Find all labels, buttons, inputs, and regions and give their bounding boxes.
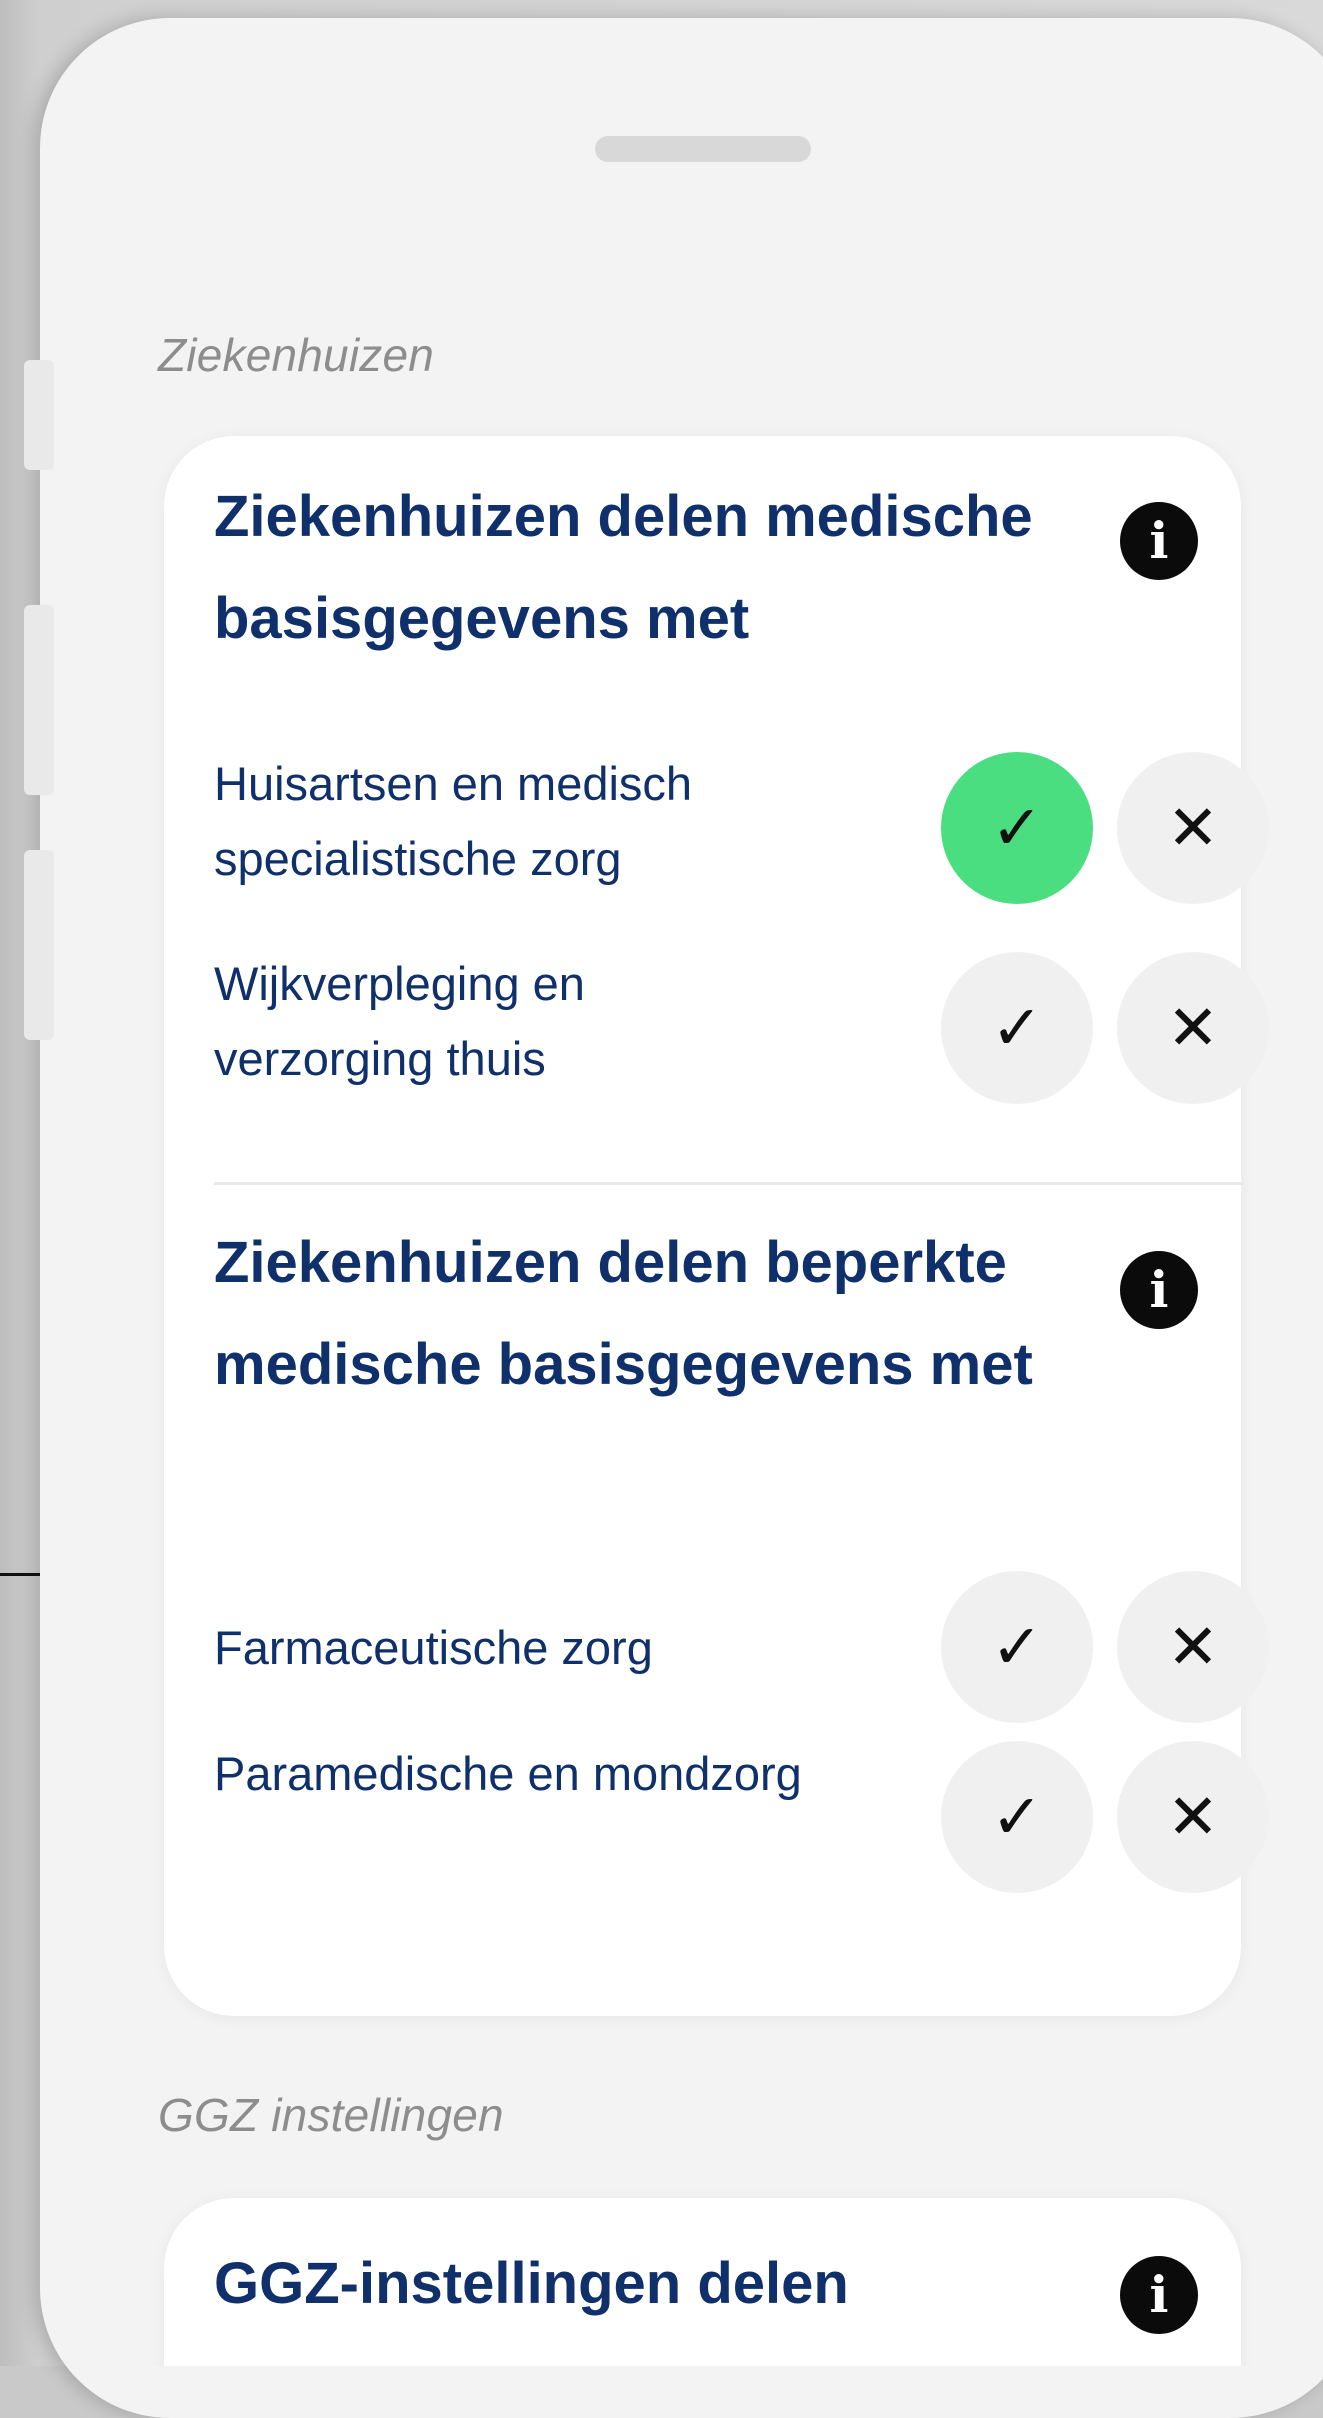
group-heading: GGZ-instellingen delen — [214, 2251, 849, 2316]
consent-card-ggz: GGZ-instellingen delen i — [164, 2198, 1241, 2366]
sheet-drag-handle[interactable] — [595, 136, 811, 162]
group-heading: Ziekenhuizen delen medische basisgegeven… — [214, 484, 1033, 651]
row-label: Wijkverpleging en verzorging thuis — [214, 957, 585, 1085]
decline-button[interactable]: ✕ — [1117, 952, 1269, 1104]
info-icon[interactable]: i — [1120, 1251, 1198, 1329]
decline-button[interactable]: ✕ — [1117, 1741, 1269, 1893]
decline-button[interactable]: ✕ — [1117, 1571, 1269, 1723]
section-title-ziekenhuizen: Ziekenhuizen — [158, 329, 435, 381]
accept-button-active[interactable]: ✓ — [941, 752, 1093, 904]
info-icon[interactable]: i — [1120, 502, 1198, 580]
row-label: Huisartsen en medisch specialistische zo… — [214, 757, 693, 885]
row-label: Paramedische en mondzorg — [214, 1747, 802, 1800]
decline-button[interactable]: ✕ — [1117, 752, 1269, 904]
info-icon[interactable]: i — [1120, 2256, 1198, 2334]
accept-button[interactable]: ✓ — [941, 1741, 1093, 1893]
section-title-ggz: GGZ instellingen — [158, 2089, 504, 2141]
group-heading: Ziekenhuizen delen beperkte medische bas… — [214, 1230, 1033, 1397]
accept-button[interactable]: ✓ — [941, 1571, 1093, 1723]
row-label: Farmaceutische zorg — [214, 1621, 653, 1674]
bottom-sheet: Ziekenhuizen Ziekenhuizen delen medische… — [40, 18, 1323, 2366]
accept-button[interactable]: ✓ — [941, 952, 1093, 1104]
group-divider — [214, 1182, 1244, 1185]
consent-card-ziekenhuizen: Ziekenhuizen delen medische basisgegeven… — [164, 436, 1269, 2016]
